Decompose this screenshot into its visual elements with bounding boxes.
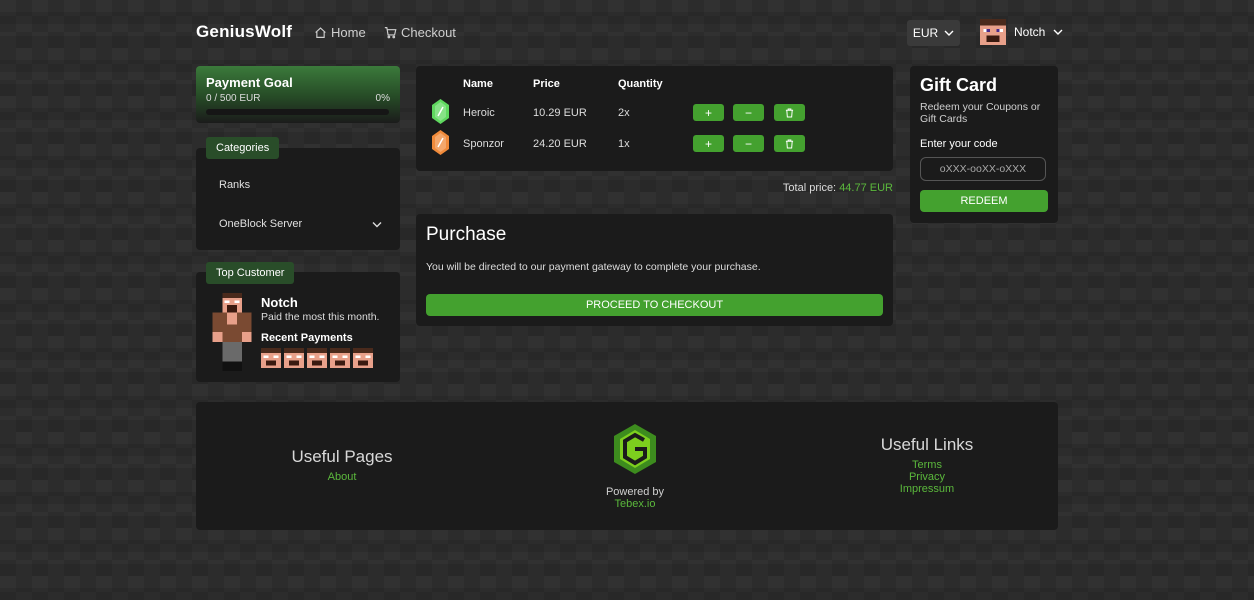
remove-item-button[interactable] — [774, 104, 805, 121]
cart-icon — [384, 27, 397, 39]
cart-item-price: 10.29 EUR — [533, 107, 587, 119]
cart-header-price: Price — [533, 78, 560, 90]
recent-payments-list — [261, 348, 373, 368]
total-price-value: 44.77 EUR — [839, 182, 893, 194]
recent-payment-avatar[interactable] — [284, 348, 304, 368]
decrease-quantity-button[interactable]: − — [733, 135, 764, 152]
recent-payments-label: Recent Payments — [261, 332, 353, 344]
proceed-to-checkout-button[interactable]: PROCEED TO CHECKOUT — [426, 294, 883, 316]
avatar — [980, 19, 1006, 45]
payment-goal-progress-bar — [206, 109, 389, 115]
trash-icon — [785, 138, 794, 149]
nav-home[interactable]: Home — [314, 25, 366, 40]
useful-links-heading: Useful Links — [880, 435, 974, 454]
increase-quantity-button[interactable]: + — [693, 135, 724, 152]
chevron-down-icon[interactable] — [372, 220, 382, 230]
total-price-label: Total price: — [782, 182, 837, 194]
heroic-gem-icon — [432, 99, 449, 124]
recent-payment-avatar[interactable] — [353, 348, 373, 368]
useful-pages-heading: Useful Pages — [291, 447, 393, 466]
cart-header-quantity: Quantity — [618, 78, 663, 90]
payment-goal-amount: 0 / 500 EUR — [206, 93, 261, 104]
footer-link-privacy[interactable]: Privacy — [847, 471, 1007, 483]
top-customer-panel: Top Customer Notch Paid the most this mo… — [196, 262, 400, 382]
payment-goal-title: Payment Goal — [206, 75, 293, 90]
cart-item-name: Sponzor — [463, 138, 504, 150]
tebex-logo-icon — [614, 424, 656, 474]
home-icon — [315, 27, 326, 38]
footer-link-about[interactable]: About — [262, 471, 422, 483]
increase-quantity-button[interactable]: + — [693, 104, 724, 121]
trash-icon — [785, 107, 794, 118]
top-customer-skin — [212, 293, 252, 371]
user-menu[interactable]: Notch — [980, 19, 1063, 45]
nav-home-label: Home — [331, 25, 366, 40]
remove-item-button[interactable] — [774, 135, 805, 152]
payment-goal: Payment Goal 0 / 500 EUR 0% — [196, 66, 400, 123]
currency-label: EUR — [912, 26, 939, 40]
gift-card-subtitle: Redeem your Coupons or Gift Cards — [920, 101, 1041, 125]
chevron-down-icon — [1053, 29, 1063, 35]
top-customer-subtitle: Paid the most this month. — [261, 311, 380, 323]
cart-item-name: Heroic — [463, 107, 495, 119]
recent-payment-avatar[interactable] — [330, 348, 350, 368]
nav-checkout-label: Checkout — [401, 25, 456, 40]
cart-total: Total price: 44.77 EUR — [720, 182, 893, 194]
payment-goal-percent: 0% — [375, 93, 390, 104]
sponzor-gem-icon — [432, 130, 449, 155]
footer: Useful Pages About Powered by Tebex.io U… — [196, 402, 1058, 530]
cart-table: Name Price Quantity Heroic 10.29 EUR 2x … — [416, 66, 893, 171]
recent-payment-avatar[interactable] — [307, 348, 327, 368]
cart-item-price: 24.20 EUR — [533, 138, 587, 150]
currency-selector[interactable]: EUR — [907, 20, 960, 46]
decrease-quantity-button[interactable]: − — [733, 104, 764, 121]
top-customer-title: Top Customer — [206, 262, 295, 284]
footer-link-terms[interactable]: Terms — [847, 459, 1007, 471]
redeem-button[interactable]: REDEEM — [920, 190, 1048, 212]
categories-panel: Categories Ranks OneBlock Server — [196, 137, 400, 250]
gift-code-input[interactable] — [920, 157, 1046, 181]
purchase-description: You will be directed to our payment gate… — [426, 261, 761, 273]
nav-checkout[interactable]: Checkout — [384, 25, 456, 40]
gift-card-panel: Gift Card Redeem your Coupons or Gift Ca… — [910, 66, 1058, 223]
tebex-link[interactable]: Tebex.io — [585, 498, 685, 510]
site-logo[interactable]: GeniusWolf — [196, 22, 292, 42]
purchase-title: Purchase — [426, 224, 507, 245]
powered-by-label: Powered by — [605, 486, 665, 498]
category-oneblock-server[interactable]: OneBlock Server — [219, 218, 302, 230]
recent-payment-avatar[interactable] — [261, 348, 281, 368]
cart-item-quantity: 2x — [618, 107, 630, 119]
cart-item-quantity: 1x — [618, 138, 630, 150]
categories-title: Categories — [206, 137, 280, 159]
gift-code-label: Enter your code — [920, 138, 998, 150]
chevron-down-icon — [944, 30, 954, 36]
gift-card-title: Gift Card — [920, 75, 998, 95]
footer-link-impressum[interactable]: Impressum — [847, 483, 1007, 495]
cart-header-name: Name — [463, 78, 493, 90]
category-ranks[interactable]: Ranks — [219, 179, 250, 191]
purchase-panel: Purchase You will be directed to our pay… — [416, 214, 893, 326]
top-customer-name: Notch — [261, 295, 298, 310]
user-name: Notch — [1014, 25, 1046, 39]
